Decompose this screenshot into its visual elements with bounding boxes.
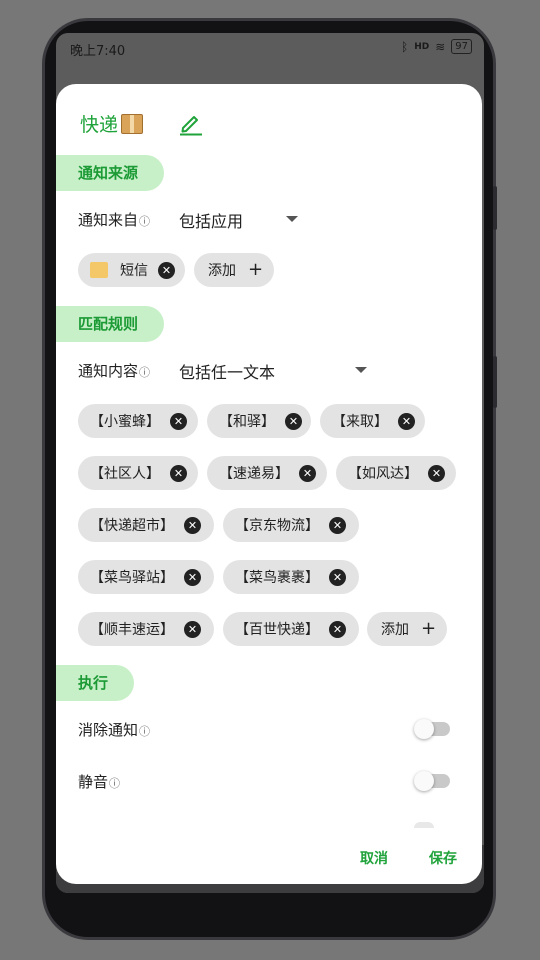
bluetooth-icon: ᛒ: [400, 39, 409, 54]
keyword-chip[interactable]: 【小蜜蜂】 ✕: [78, 404, 198, 438]
switch-knob: [414, 771, 434, 791]
edit-icon[interactable]: [178, 110, 204, 136]
keyword-chip-label: 【来取】: [332, 414, 388, 430]
info-icon[interactable]: ⓘ: [139, 215, 150, 228]
keyword-chip-label: 【小蜜蜂】: [90, 414, 160, 430]
keyword-chip-label: 【顺丰速运】: [90, 622, 174, 638]
remove-icon[interactable]: ✕: [170, 464, 187, 482]
section-match-label: 匹配规则: [56, 306, 165, 342]
keyword-chip[interactable]: 【顺丰速运】 ✕: [78, 612, 214, 646]
status-time: 晚上7:40: [70, 44, 126, 59]
keyword-chip-label: 【社区人】: [90, 466, 160, 482]
content-mode-select[interactable]: 包括任一文本: [179, 359, 275, 383]
wifi-icon: ≋: [435, 39, 446, 54]
add-app-label: 添加: [208, 263, 236, 279]
add-keyword-button[interactable]: 添加 +: [367, 612, 447, 646]
package-icon: [121, 113, 144, 134]
section-source-label: 通知来源: [56, 155, 165, 191]
keyword-chip-label: 【菜鸟驿站】: [90, 570, 174, 586]
remove-icon[interactable]: ✕: [170, 412, 187, 430]
status-bar: 晚上7:40 ᛒ HD ≋ 97: [56, 33, 484, 61]
keyword-chip-label: 【如风达】: [348, 466, 418, 482]
keyword-chip[interactable]: 【菜鸟裹裹】 ✕: [223, 560, 359, 594]
keyword-chip-label: 【菜鸟裹裹】: [235, 570, 319, 586]
partial-switch-knob: [414, 822, 434, 828]
keyword-chip-label: 【速递易】: [219, 466, 289, 482]
sms-app-icon: [90, 262, 108, 278]
remove-icon[interactable]: ✕: [299, 464, 316, 482]
switch-knob: [414, 719, 434, 739]
keyword-chip[interactable]: 【和驿】 ✕: [207, 404, 311, 438]
app-chip[interactable]: 短信 ✕: [78, 253, 185, 287]
keyword-chip[interactable]: 【速递易】 ✕: [207, 456, 327, 490]
action-mute-text: 静音: [78, 773, 109, 791]
source-mode-dropdown-icon[interactable]: [286, 216, 298, 222]
content-label: 通知内容ⓘ: [78, 360, 150, 381]
add-keyword-label: 添加: [381, 622, 409, 638]
keyword-chip-label: 【快递超市】: [90, 518, 174, 534]
keyword-chip-label: 【百世快递】: [235, 622, 319, 638]
remove-icon[interactable]: ✕: [184, 516, 201, 534]
remove-icon[interactable]: ✕: [329, 516, 346, 534]
save-button[interactable]: 保存: [429, 848, 457, 868]
keyword-chip[interactable]: 【百世快递】 ✕: [223, 612, 359, 646]
side-button-lower: [493, 356, 497, 408]
remove-icon[interactable]: ✕: [158, 261, 175, 279]
keyword-chip[interactable]: 【菜鸟驿站】 ✕: [78, 560, 214, 594]
action-dismiss-label: 消除通知ⓘ: [78, 719, 150, 740]
keyword-chip-label: 【和驿】: [219, 414, 275, 430]
action-mute-label: 静音ⓘ: [78, 771, 120, 792]
info-icon[interactable]: ⓘ: [139, 366, 150, 379]
remove-icon[interactable]: ✕: [285, 412, 302, 430]
action-dismiss-text: 消除通知: [78, 721, 139, 739]
remove-icon[interactable]: ✕: [329, 620, 346, 638]
cancel-button[interactable]: 取消: [360, 848, 388, 868]
source-label-text: 通知来自: [78, 211, 139, 229]
section-execute-label: 执行: [56, 665, 135, 701]
side-button-upper: [493, 186, 497, 230]
keyword-chip[interactable]: 【社区人】 ✕: [78, 456, 198, 490]
keyword-chip[interactable]: 【京东物流】 ✕: [223, 508, 359, 542]
app-chip-label: 短信: [120, 263, 148, 279]
dialog-title: 快递: [80, 114, 119, 136]
signal-icon: HD: [414, 41, 430, 52]
remove-icon[interactable]: ✕: [428, 464, 445, 482]
mute-switch[interactable]: [414, 771, 450, 791]
content-mode-dropdown-icon[interactable]: [355, 367, 367, 373]
source-mode-select[interactable]: 包括应用: [179, 208, 243, 232]
rule-edit-dialog: 快递 通知来源 通知来自ⓘ 包括应用 短信 ✕ 添加 + 匹配规则 通知内容ⓘ …: [56, 84, 482, 884]
keyword-chip[interactable]: 【来取】 ✕: [320, 404, 425, 438]
remove-icon[interactable]: ✕: [184, 620, 201, 638]
plus-icon: +: [248, 259, 264, 280]
keyword-chip[interactable]: 【如风达】 ✕: [336, 456, 456, 490]
plus-icon: +: [421, 618, 437, 639]
remove-icon[interactable]: ✕: [398, 412, 415, 430]
source-label: 通知来自ⓘ: [78, 209, 150, 230]
status-icons: ᛒ HD ≋ 97: [401, 39, 472, 54]
dismiss-notification-switch[interactable]: [414, 719, 450, 739]
remove-icon[interactable]: ✕: [184, 568, 201, 586]
keyword-chip-label: 【京东物流】: [235, 518, 319, 534]
remove-icon[interactable]: ✕: [329, 568, 346, 586]
content-label-text: 通知内容: [78, 362, 139, 380]
dialog-title-row: 快递: [80, 110, 144, 137]
info-icon[interactable]: ⓘ: [109, 777, 120, 790]
add-app-button[interactable]: 添加 +: [194, 253, 274, 287]
keyword-chip[interactable]: 【快递超市】 ✕: [78, 508, 214, 542]
info-icon[interactable]: ⓘ: [139, 725, 150, 738]
battery-indicator: 97: [451, 39, 472, 54]
